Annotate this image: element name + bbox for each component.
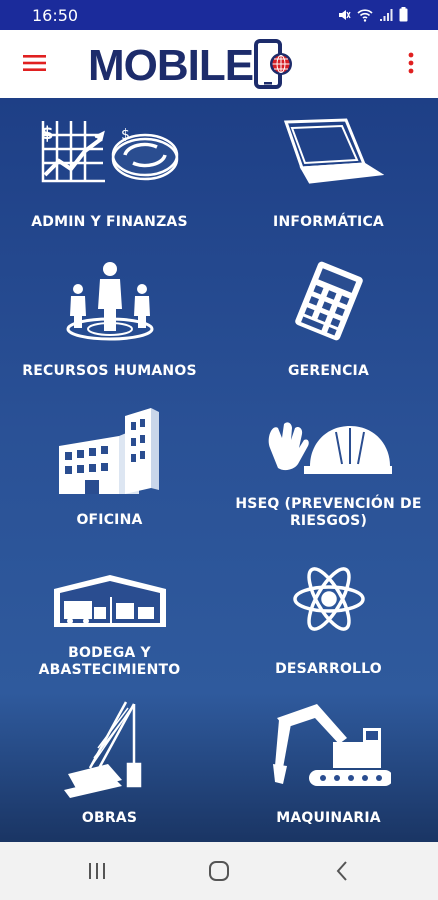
wifi-icon: [357, 8, 373, 22]
people-icon: [66, 262, 153, 341]
tile-label: MAQUINARIA: [276, 810, 381, 826]
tile-label: ADMIN Y FINANZAS: [31, 214, 188, 230]
office-building-icon: [58, 408, 159, 494]
finance-chart-icon: $ $: [41, 121, 178, 183]
back-button[interactable]: [322, 858, 362, 884]
tile-label: GERENCIA: [287, 363, 370, 379]
crane-icon: [63, 701, 141, 798]
calculator-icon: [294, 261, 363, 341]
home-button[interactable]: [199, 858, 239, 884]
logo-text: MOBILE: [88, 41, 254, 90]
category-grid: $ $ ADMIN Y FINANZAS INFORMÁTICA RECURSO…: [0, 98, 438, 842]
tile-label: OBRAS: [81, 810, 138, 826]
tile-bodega[interactable]: BODEGA Y ABASTECIMIENTO: [0, 545, 219, 694]
mute-icon: [339, 9, 351, 20]
battery-icon: [399, 7, 408, 22]
tile-label: DESARROLLO: [275, 661, 382, 677]
safety-helmet-gloves-icon: [268, 422, 392, 474]
status-time: 16:50: [32, 6, 79, 25]
back-icon: [336, 861, 347, 881]
app-bar: MOBILE: [0, 30, 438, 99]
tile-desarrollo[interactable]: DESARROLLO: [219, 545, 438, 694]
tile-label: HSEQ (PREVENCIÓN DE RIESGOS): [235, 496, 422, 529]
system-nav-bar: [0, 842, 438, 900]
excavator-icon: [272, 704, 391, 786]
tile-label: RECURSOS HUMANOS: [22, 363, 197, 379]
warehouse-icon: [53, 575, 166, 627]
svg-text:$: $: [41, 123, 54, 144]
tile-admin-finanzas[interactable]: $ $ ADMIN Y FINANZAS: [0, 98, 219, 247]
status-icons: [337, 7, 408, 22]
home-icon: [209, 861, 229, 881]
app-logo: MOBILE: [88, 39, 297, 92]
tile-gerencia[interactable]: GERENCIA: [219, 247, 438, 396]
hamburger-menu-button[interactable]: [22, 52, 48, 74]
atom-icon: [292, 567, 365, 631]
tile-maquinaria[interactable]: MAQUINARIA: [219, 694, 438, 843]
phone-globe-icon: [254, 39, 293, 89]
tile-informatica[interactable]: INFORMÁTICA: [219, 98, 438, 247]
signal-icon: [380, 8, 393, 21]
hamburger-icon: [23, 55, 46, 71]
more-vertical-icon: [408, 52, 414, 74]
svg-text:$: $: [121, 127, 130, 143]
tile-label: BODEGA Y ABASTECIMIENTO: [38, 645, 181, 678]
laptop-icon: [283, 118, 384, 184]
recents-button[interactable]: [77, 858, 117, 884]
tile-hseq[interactable]: HSEQ (PREVENCIÓN DE RIESGOS): [219, 396, 438, 545]
tile-oficina[interactable]: OFICINA: [0, 396, 219, 545]
status-bar: 16:50: [0, 0, 438, 30]
tile-obras[interactable]: OBRAS: [0, 694, 219, 843]
tile-recursos-humanos[interactable]: RECURSOS HUMANOS: [0, 247, 219, 396]
tile-label: INFORMÁTICA: [273, 214, 384, 230]
overflow-menu-button[interactable]: [406, 50, 416, 76]
recents-icon: [89, 863, 105, 879]
tile-label: OFICINA: [76, 512, 143, 528]
